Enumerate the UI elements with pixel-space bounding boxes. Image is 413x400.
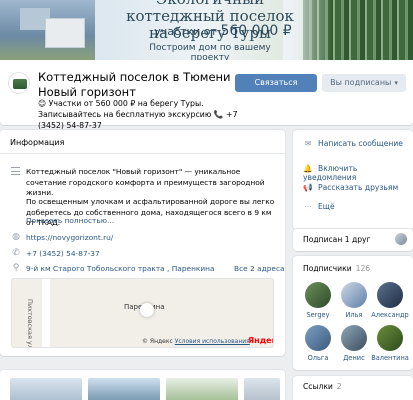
member-avatar[interactable]: [341, 325, 367, 351]
group-page: Экологичный коттеджный поселок на берегу…: [0, 0, 413, 400]
photo-thumbnail[interactable]: [88, 378, 160, 400]
map-terms-link[interactable]: Условия использования: [175, 338, 250, 345]
action-label: Ещё: [318, 202, 335, 211]
photo-thumbnail[interactable]: [166, 378, 238, 400]
show-more-link[interactable]: Показать полностью…: [26, 216, 114, 225]
member-name[interactable]: Александр: [370, 311, 410, 319]
map-pin-icon[interactable]: [140, 303, 154, 317]
divider: [0, 153, 285, 154]
address-link[interactable]: 9-й км Старого Тобольского тракта , Паре…: [26, 264, 215, 273]
members-count: 126: [355, 264, 371, 273]
cover-price-value: 560 000 ₽: [220, 23, 292, 39]
member-avatar[interactable]: [305, 325, 331, 351]
friend-avatar[interactable]: [395, 233, 407, 245]
chevron-down-icon: ▾: [394, 79, 398, 87]
members-title: Подписчики: [303, 264, 352, 273]
website-link[interactable]: https://novygorizont.ru/: [26, 233, 113, 242]
cover-cta: Построим дом по вашему проекту: [149, 43, 271, 60]
phone-link[interactable]: +7 (3452) 54-87-37: [26, 249, 100, 258]
cover-price: участки от 560 000 ₽: [143, 23, 303, 39]
member-name[interactable]: Денис: [334, 354, 374, 362]
links-count: 2: [336, 382, 342, 391]
map-copyright: © Яндекс Условия использования: [142, 338, 250, 345]
group-avatar[interactable]: [8, 72, 30, 94]
group-cover: Экологичный коттеджный поселок на берегу…: [0, 0, 413, 60]
photo-thumbnail[interactable]: [10, 378, 82, 400]
links-title: Ссылки: [303, 382, 333, 391]
description-icon: [11, 167, 20, 175]
subscribed-label: Вы подписаны: [330, 78, 392, 87]
member-avatar[interactable]: [377, 325, 403, 351]
links-header[interactable]: Ссылки 2: [303, 382, 342, 391]
member-name[interactable]: Ольга: [298, 354, 338, 362]
action-label: Рассказать друзьям: [318, 183, 399, 192]
map-road-label: Пихтовская ул.: [26, 299, 34, 348]
member-avatar[interactable]: [305, 282, 331, 308]
member-avatar[interactable]: [377, 282, 403, 308]
action-label: Написать сообщение: [318, 139, 403, 148]
members-header[interactable]: Подписчики 126: [303, 264, 370, 273]
group-title: Коттеджный поселок в Тюмени Новый горизо…: [38, 70, 231, 99]
all-addresses-link[interactable]: Все 2 адреса: [234, 264, 285, 273]
tell-friends-button[interactable]: 📢 Рассказать друзьям: [303, 183, 398, 192]
bell-icon: 🔔: [303, 164, 313, 173]
message-icon: ✉: [304, 139, 312, 148]
more-icon: ⋯: [304, 202, 312, 211]
contact-button[interactable]: Связаться: [235, 74, 317, 92]
globe-icon: ◍: [12, 232, 20, 242]
friends-label[interactable]: Подписан 1 друг: [303, 235, 371, 244]
info-header: Информация: [10, 138, 65, 147]
subscribed-button[interactable]: Вы подписаны ▾: [322, 74, 406, 92]
cover-price-prefix: участки от: [154, 25, 217, 38]
location-icon: ⚲: [12, 263, 20, 273]
megaphone-icon: 📢: [303, 183, 313, 192]
group-status: 😊 Участки от 560 000 ₽ на берегу Туры. З…: [38, 99, 238, 130]
member-name[interactable]: Валентина: [370, 354, 410, 362]
member-avatar[interactable]: [341, 282, 367, 308]
member-name[interactable]: Sergey: [298, 311, 338, 319]
map-road: [42, 279, 50, 347]
enable-notifications-button[interactable]: 🔔 Включить уведомления: [303, 164, 413, 182]
description-paragraph-1: Коттеджный поселок "Новый горизонт" — ун…: [26, 167, 265, 197]
write-message-button[interactable]: ✉ Написать сообщение: [303, 139, 403, 148]
map[interactable]: Пихтовская ул. Паренкина © Яндекс Услови…: [11, 278, 274, 348]
phone-icon: ✆: [12, 248, 20, 258]
photo-thumbnail[interactable]: [244, 378, 280, 400]
map-copyright-text: © Яндекс: [142, 338, 173, 345]
more-button[interactable]: ⋯ Ещё: [303, 202, 335, 211]
yandex-logo: Яндекс: [248, 336, 273, 345]
cover-house: [45, 18, 85, 48]
member-name[interactable]: Илья: [334, 311, 374, 319]
